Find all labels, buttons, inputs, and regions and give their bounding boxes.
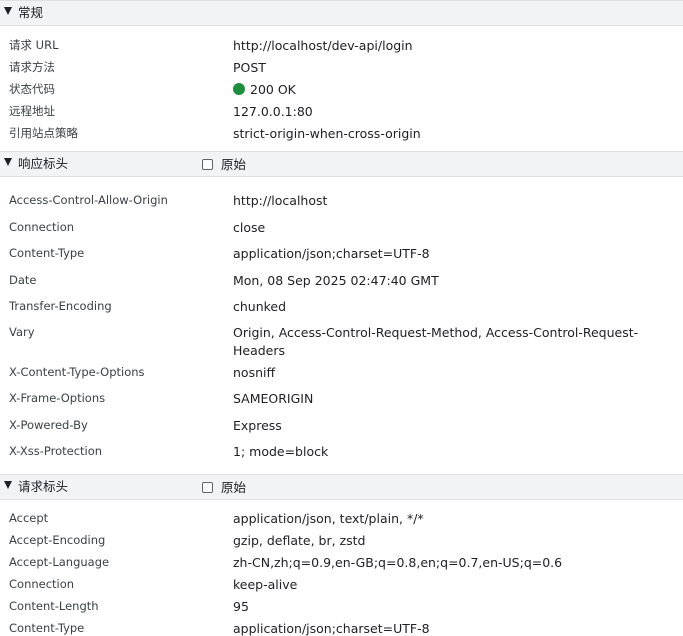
header-name: X-Frame-Options (9, 391, 106, 405)
header-value: zh-CN,zh;q=0.9,en-GB;q=0.8,en;q=0.7,en-U… (233, 555, 563, 570)
header-value: application/json;charset=UTF-8 (233, 621, 430, 636)
header-value: keep-alive (233, 577, 298, 592)
raw-checkbox[interactable] (202, 482, 213, 493)
row-value: strict-origin-when-cross-origin (233, 126, 421, 141)
row-value: POST (233, 60, 266, 75)
row-value-wrap: 200 OK (233, 81, 673, 99)
header-value: chunked (233, 299, 287, 314)
header-name: Content-Type (9, 246, 85, 260)
row-value: 127.0.0.1:80 (233, 104, 313, 119)
header-value: http://localhost (233, 193, 328, 208)
header-name: Accept-Language (9, 555, 110, 569)
header-name: Date (9, 273, 37, 287)
header-name: Transfer-Encoding (9, 299, 112, 313)
header-value: 1; mode=block (233, 444, 329, 459)
response-headers-section-header[interactable]: 响应标头 原始 (0, 151, 683, 177)
row-key: 引用站点策略 (9, 126, 78, 140)
header-name: Access-Control-Allow-Origin (9, 193, 168, 207)
header-value: Origin, Access-Control-Request-Method, A… (233, 325, 639, 358)
raw-checkbox-label[interactable]: 原始 (221, 157, 246, 173)
raw-checkbox[interactable] (202, 159, 213, 170)
header-value: Mon, 08 Sep 2025 02:47:40 GMT (233, 273, 439, 288)
row-key: 请求方法 (9, 60, 55, 74)
headers-panel: 常规 请求 URL http://localhost/dev-api/login… (0, 0, 683, 636)
status-code-text: 200 OK (250, 82, 296, 97)
header-value: gzip, deflate, br, zstd (233, 533, 366, 548)
collapse-triangle-icon[interactable] (4, 158, 12, 166)
header-name: Connection (9, 220, 75, 234)
header-value: application/json, text/plain, */* (233, 511, 424, 526)
collapse-triangle-icon[interactable] (4, 7, 12, 15)
header-name: Accept (9, 511, 49, 525)
header-name: Accept-Encoding (9, 533, 106, 547)
header-value: application/json;charset=UTF-8 (233, 246, 430, 261)
header-name: Connection (9, 577, 75, 591)
row-value: http://localhost/dev-api/login (233, 38, 413, 53)
general-section-header[interactable]: 常规 (0, 0, 683, 26)
raw-checkbox-label[interactable]: 原始 (221, 480, 246, 496)
section-title: 常规 (18, 5, 44, 20)
collapse-triangle-icon[interactable] (4, 481, 12, 489)
header-value: nosniff (233, 365, 276, 380)
request-headers-section-header[interactable]: 请求标头 原始 (0, 474, 683, 500)
row-key: 远程地址 (9, 104, 55, 118)
row-key: 请求 URL (9, 38, 59, 52)
header-name: Vary (9, 325, 35, 339)
header-name: X-Powered-By (9, 418, 88, 432)
header-name: X-Xss-Protection (9, 444, 103, 458)
header-value: SAMEORIGIN (233, 391, 314, 406)
section-title: 请求标头 (18, 479, 69, 494)
status-success-dot-icon (233, 83, 245, 95)
row-key: 状态代码 (9, 82, 55, 96)
header-value: Express (233, 418, 282, 433)
header-name: X-Content-Type-Options (9, 365, 145, 379)
header-value: close (233, 220, 266, 235)
header-name: Content-Type (9, 621, 85, 635)
header-name: Content-Length (9, 599, 99, 613)
header-value: 95 (233, 599, 249, 614)
section-title: 响应标头 (18, 156, 69, 171)
